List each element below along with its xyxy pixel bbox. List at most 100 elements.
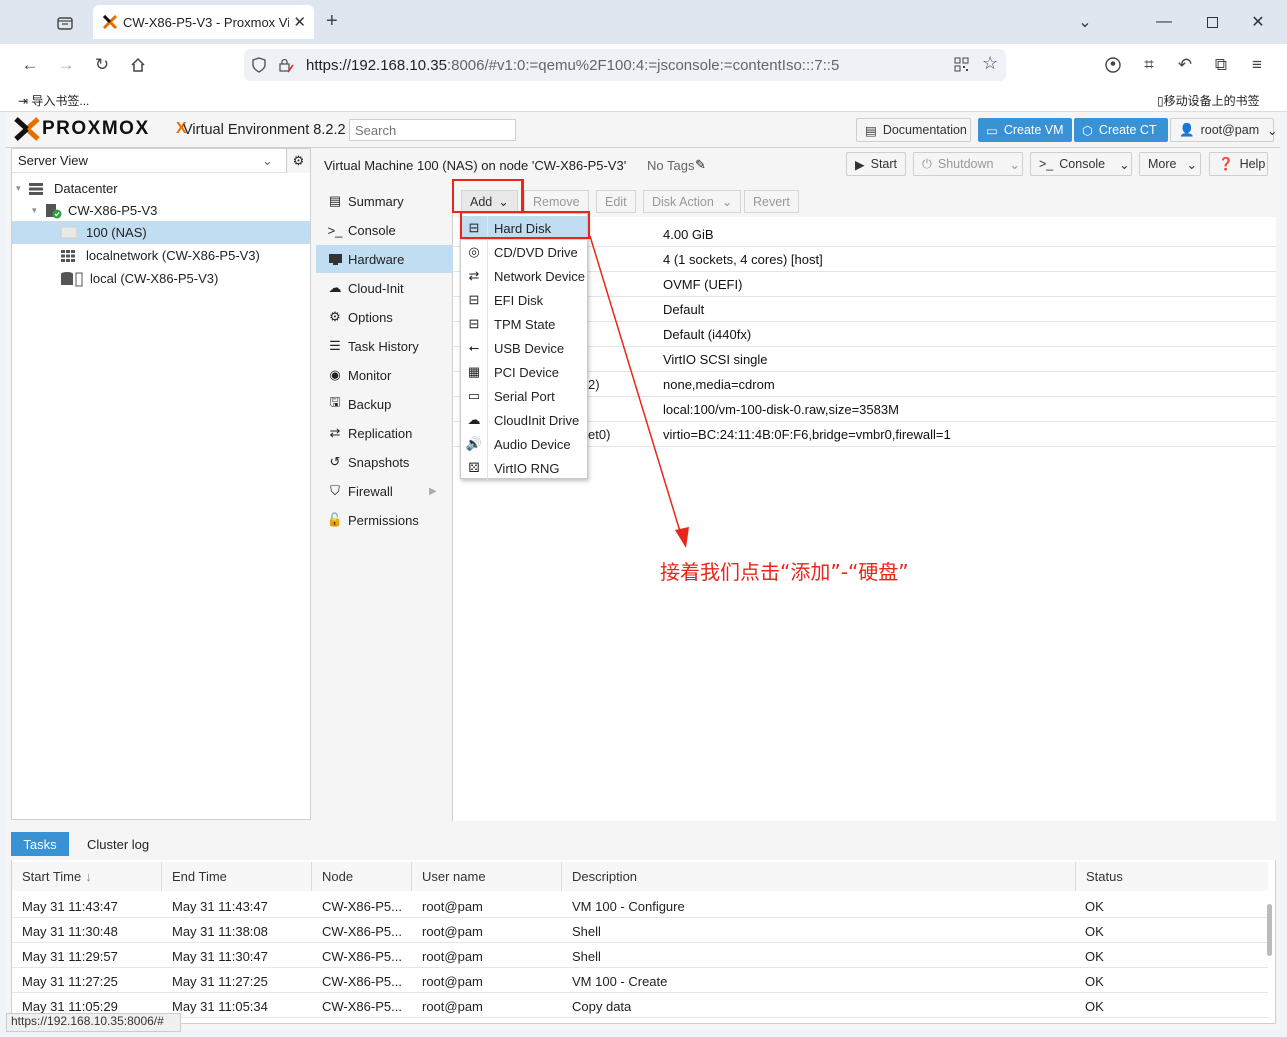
extensions-icon[interactable]: ⧉ <box>1209 53 1233 77</box>
create-vm-button[interactable]: ▭ Create VM <box>978 118 1072 142</box>
menu-console[interactable]: >_ Console <box>316 216 453 244</box>
menu-hardware[interactable]: Hardware <box>316 245 453 273</box>
home-icon[interactable] <box>126 53 150 77</box>
reload-icon[interactable]: ↻ <box>90 53 114 77</box>
create-ct-button[interactable]: ⬡ Create CT <box>1074 118 1168 142</box>
start-button[interactable]: ▶ Start <box>846 152 906 176</box>
dropdown-item-network[interactable]: ⇄ Network Device <box>461 264 587 288</box>
menu-label: Summary <box>348 193 404 209</box>
menu-icon[interactable]: ≡ <box>1245 53 1269 77</box>
play-icon: ▶ <box>855 157 865 172</box>
tree-item-localnetwork[interactable]: localnetwork (CW-X86-P5-V3) <box>12 244 310 267</box>
column-header-node[interactable]: Node <box>312 862 412 891</box>
dropdown-label: CD/DVD Drive <box>494 244 578 260</box>
tab-cluster-log[interactable]: Cluster log <box>87 837 149 852</box>
table-row[interactable]: May 31 11:27:25 May 31 11:27:25 CW-X86-P5.… <box>12 968 1268 993</box>
lock-warning-icon[interactable] <box>278 57 294 73</box>
crop-icon[interactable]: ⌗ <box>1137 53 1161 77</box>
menu-permissions[interactable]: 🔓 Permissions <box>316 506 453 534</box>
menu-summary[interactable]: ▤ Summary <box>316 187 453 215</box>
table-row[interactable]: May 31 11:05:29 May 31 11:05:34 CW-X86-P5.… <box>12 993 1268 1018</box>
cell-node: CW-X86-P5... <box>322 899 402 914</box>
cell-start: May 31 11:43:47 <box>22 899 118 914</box>
documentation-button[interactable]: ▤ Documentation <box>856 118 971 142</box>
more-button[interactable]: More ⌄ <box>1139 152 1201 176</box>
dropdown-item-tpm-state[interactable]: ⊟ TPM State <box>461 312 587 336</box>
account-icon[interactable] <box>1101 53 1125 77</box>
qr-code-icon[interactable] <box>954 57 969 72</box>
table-row[interactable]: May 31 11:30:48 May 31 11:38:08 CW-X86-P5.… <box>12 918 1268 943</box>
tab-tasks-label: Tasks <box>23 836 57 852</box>
forward-icon[interactable]: → <box>54 53 78 77</box>
minimize-icon[interactable]: — <box>1152 10 1176 34</box>
cell-node: CW-X86-P5... <box>322 949 402 964</box>
menu-cloud-init[interactable]: ☁ Cloud-Init <box>316 274 453 302</box>
chevron-right-icon: ▶ <box>429 485 437 497</box>
table-row[interactable]: May 31 11:29:57 May 31 11:30:47 CW-X86-P5.… <box>12 943 1268 968</box>
new-tab-icon[interactable]: + <box>326 10 338 33</box>
task-scrollbar[interactable] <box>1267 904 1272 956</box>
unlock-icon: 🔓 <box>326 512 344 527</box>
menu-task-history[interactable]: ☰ Task History <box>316 332 453 360</box>
remove-button[interactable]: Remove <box>524 190 589 213</box>
dropdown-item-efi-disk[interactable]: ⊟ EFI Disk <box>461 288 587 312</box>
edit-button[interactable]: Edit <box>596 190 636 213</box>
user-menu-button[interactable]: 👤 root@pam ⌄ <box>1170 118 1278 142</box>
tree-item-local-storage[interactable]: local (CW-X86-P5-V3) <box>12 267 310 290</box>
dropdown-item-cloudinit[interactable]: ☁ CloudInit Drive <box>461 408 587 432</box>
tree-item-datacenter[interactable]: ▾ Datacenter <box>12 177 310 200</box>
dropdown-item-pci[interactable]: ▦ PCI Device <box>461 360 587 384</box>
menu-options[interactable]: ⚙ Options <box>316 303 453 331</box>
menu-backup[interactable]: 🖫 Backup <box>316 390 453 418</box>
book-icon: ▤ <box>865 123 877 138</box>
menu-replication[interactable]: ⇄ Replication <box>316 419 453 447</box>
dropdown-item-audio[interactable]: 🔊 Audio Device <box>461 432 587 456</box>
highlight-box-hard-disk <box>460 211 590 239</box>
server-online-icon <box>44 203 64 219</box>
tab-tasks[interactable]: Tasks <box>11 832 69 856</box>
annotation-text: 接着我们点击“添加”-“硬盘” <box>660 560 909 584</box>
pencil-icon[interactable]: ✎ <box>695 157 706 173</box>
tree-item-vm-100[interactable]: 100 (NAS) <box>12 221 310 244</box>
tree-item-node[interactable]: ▾ CW-X86-P5-V3 <box>12 199 310 222</box>
column-header-user[interactable]: User name <box>412 862 562 891</box>
dropdown-item-usb[interactable]: ⭠ USB Device <box>461 336 587 360</box>
disk-action-button[interactable]: Disk Action ⌄ <box>643 190 742 213</box>
menu-monitor[interactable]: ◉ Monitor <box>316 361 453 389</box>
more-label: More <box>1148 157 1177 171</box>
dropdown-item-virtio-rng[interactable]: ⚄ VirtIO RNG <box>461 456 587 480</box>
bookmark-star-icon[interactable]: ☆ <box>982 53 998 74</box>
mobile-bookmarks-link[interactable]: ▯移动设备上的书签 <box>1157 92 1260 109</box>
tab-overflow-chevron-icon[interactable]: ⌄ <box>1073 10 1097 34</box>
gear-icon[interactable]: ⚙ <box>286 149 310 173</box>
menu-snapshots[interactable]: ↺ Snapshots <box>316 448 453 476</box>
dropdown-item-cdrom[interactable]: ◎ CD/DVD Drive <box>461 240 587 264</box>
import-bookmarks-link[interactable]: ⇥ 导入书签... <box>18 92 89 109</box>
disk-action-label: Disk Action <box>652 194 714 209</box>
table-row[interactable]: May 31 11:43:47 May 31 11:43:47 CW-X86-P5.… <box>12 893 1268 918</box>
menu-firewall[interactable]: ⛉ Firewall ▶ <box>316 477 453 505</box>
close-tab-icon[interactable]: ✕ <box>293 13 306 31</box>
column-header-end-time[interactable]: End Time <box>162 862 312 891</box>
shutdown-button[interactable]: ⏻ Shutdown ⌄ <box>913 152 1023 176</box>
view-selector[interactable]: Server View ⌄ <box>12 149 310 173</box>
console-label: Console <box>1059 157 1106 171</box>
address-bar[interactable]: https://192.168.10.35:8006/#v1:0:=qemu%2… <box>244 49 1006 81</box>
tab-list-icon[interactable] <box>50 11 80 35</box>
column-header-description[interactable]: Description <box>562 862 1076 891</box>
close-window-icon[interactable]: ✕ <box>1246 10 1270 34</box>
back-icon[interactable]: ← <box>18 53 42 77</box>
dropdown-item-serial[interactable]: ▭ Serial Port <box>461 384 587 408</box>
browser-tab[interactable]: CW-X86-P5-V3 - Proxmox Vi ✕ <box>93 5 314 39</box>
undo-icon[interactable]: ↶ <box>1173 53 1197 77</box>
help-button[interactable]: ❓ Help <box>1209 152 1268 176</box>
search-input[interactable] <box>349 119 516 141</box>
sort-down-icon: ↓ <box>85 869 92 884</box>
console-button[interactable]: >_ Console ⌄ <box>1030 152 1132 176</box>
revert-button[interactable]: Revert <box>744 190 799 213</box>
column-header-status[interactable]: Status <box>1076 862 1268 891</box>
cell-description: Shell <box>572 924 601 939</box>
column-header-start-time[interactable]: Start Time ↓ <box>12 862 162 891</box>
maximize-icon[interactable] <box>1200 10 1224 34</box>
cell-start: May 31 11:05:29 <box>22 999 118 1014</box>
